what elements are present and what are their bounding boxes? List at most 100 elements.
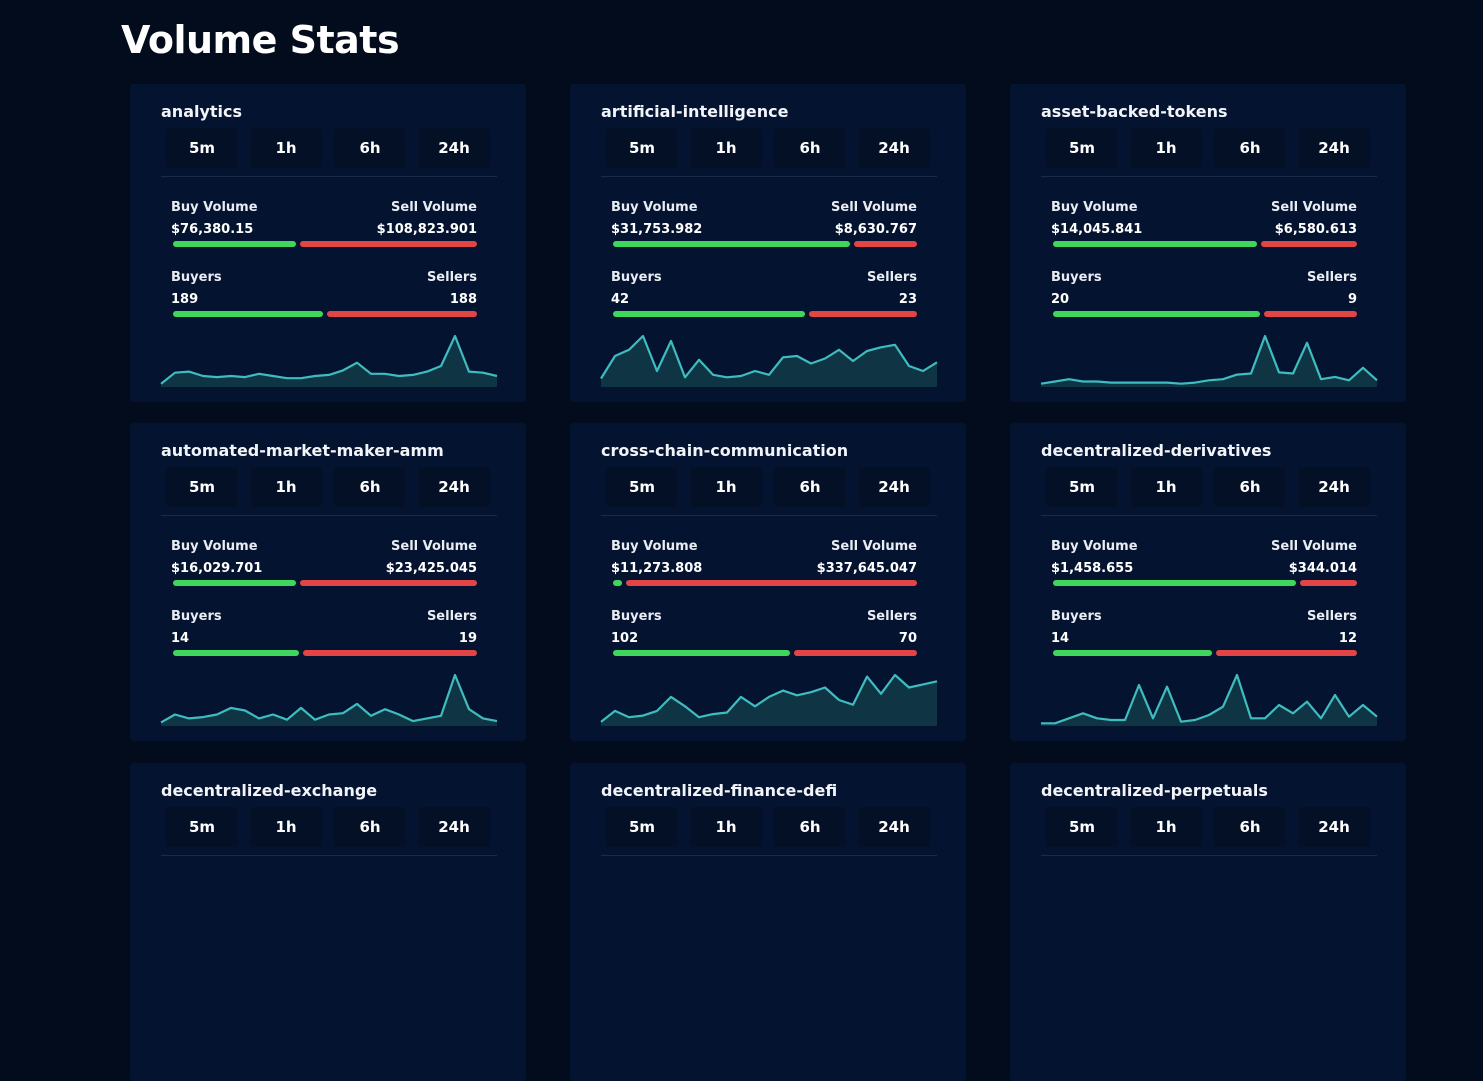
tab-24h[interactable]: 24h [858,807,930,847]
sellers-label: Sellers [1306,270,1357,285]
tab-24h[interactable]: 24h [418,467,490,507]
buyers-bar [1053,650,1212,656]
tab-6h[interactable]: 6h [774,807,846,847]
sell-volume-label: Sell Volume [831,200,917,215]
tab-1h[interactable]: 1h [690,807,762,847]
sellers-bar [809,311,917,317]
buy-volume-value: $11,273.808 [611,561,703,576]
tab-1h[interactable]: 1h [1130,807,1202,847]
sellers-count: 12 [1338,631,1357,646]
tab-1h[interactable]: 1h [1130,128,1202,168]
tab-1h[interactable]: 1h [1130,467,1202,507]
card-title: asset-backed-tokens [1041,102,1228,121]
volume-card: decentralized-derivatives 5m 1h 6h 24h Buy Vo… [1010,423,1406,741]
sellers-bar [794,650,917,656]
tab-5m[interactable]: 5m [1046,807,1118,847]
tab-1h[interactable]: 1h [250,128,322,168]
tab-6h[interactable]: 6h [1214,807,1286,847]
buyers-label: Buyers [611,270,662,285]
buy-volume-bar [1053,580,1296,586]
tab-6h[interactable]: 6h [774,128,846,168]
tab-6h[interactable]: 6h [1214,467,1286,507]
divider [601,515,937,516]
tab-24h[interactable]: 24h [858,467,930,507]
buyers-bar [1053,311,1260,317]
tab-6h[interactable]: 6h [334,807,406,847]
tab-6h[interactable]: 6h [334,467,406,507]
tab-24h[interactable]: 24h [1298,807,1370,847]
sell-volume-bar [854,241,917,247]
volume-card: decentralized-perpetuals 5m 1h 6h 24h [1010,763,1406,1081]
sell-volume-bar [300,580,477,586]
sellers-count: 9 [1347,292,1357,307]
volume-sparkline [1041,673,1378,726]
card-title: cross-chain-communication [601,441,849,460]
buy-volume-label: Buy Volume [1051,539,1138,554]
volume-sparkline [160,334,498,387]
buyers-count: 42 [611,292,630,307]
buyers-label: Buyers [171,609,222,624]
buy-volume-value: $31,753.982 [611,222,703,237]
buyers-bar [173,311,323,317]
tab-5m[interactable]: 5m [166,807,238,847]
divider [601,855,937,856]
sell-volume-label: Sell Volume [831,539,917,554]
tab-24h[interactable]: 24h [418,807,490,847]
tab-1h[interactable]: 1h [690,128,762,168]
volume-card: cross-chain-communication 5m 1h 6h 24h Buy Vo… [570,423,966,741]
buyers-label: Buyers [171,270,222,285]
buy-volume-label: Buy Volume [611,200,698,215]
tab-24h[interactable]: 24h [418,128,490,168]
sell-volume-value: $23,425.045 [385,561,477,576]
sparkline-area [161,336,497,387]
tab-24h[interactable]: 24h [1298,467,1370,507]
tab-1h[interactable]: 1h [250,807,322,847]
sell-volume-bar [300,241,477,247]
sparkline-area [601,336,937,387]
tab-5m[interactable]: 5m [606,807,678,847]
buyers-label: Buyers [611,609,662,624]
buy-volume-bar [613,580,622,586]
buy-volume-value: $16,029.701 [171,561,263,576]
tab-5m[interactable]: 5m [166,467,238,507]
volume-sparkline [600,334,938,387]
buyers-bar [613,650,790,656]
sellers-count: 70 [898,631,917,646]
tab-1h[interactable]: 1h [690,467,762,507]
tab-6h[interactable]: 6h [1214,128,1286,168]
divider [161,515,497,516]
buy-volume-label: Buy Volume [1051,200,1138,215]
buyers-bar [173,650,299,656]
tab-6h[interactable]: 6h [334,128,406,168]
sell-volume-bar [626,580,917,586]
volume-card: decentralized-exchange 5m 1h 6h 24h [130,763,526,1081]
sell-volume-label: Sell Volume [391,200,477,215]
tab-6h[interactable]: 6h [774,467,846,507]
card-title: decentralized-perpetuals [1041,781,1268,800]
sell-volume-label: Sell Volume [1271,200,1357,215]
card-title: decentralized-finance-defi [601,781,838,800]
divider [1041,855,1377,856]
buyers-label: Buyers [1051,609,1102,624]
sell-volume-value: $8,630.767 [834,222,917,237]
card-title: analytics [161,102,243,121]
buy-volume-bar [1053,241,1257,247]
divider [161,855,497,856]
sellers-bar [303,650,477,656]
sparkline-area [1041,675,1377,726]
tab-1h[interactable]: 1h [250,467,322,507]
tab-5m[interactable]: 5m [1046,128,1118,168]
buy-volume-bar [613,241,850,247]
card-title: decentralized-derivatives [1041,441,1272,460]
tab-24h[interactable]: 24h [858,128,930,168]
tab-5m[interactable]: 5m [606,467,678,507]
tab-5m[interactable]: 5m [606,128,678,168]
volume-sparkline [1040,334,1378,387]
divider [1041,515,1377,516]
tab-5m[interactable]: 5m [1046,467,1118,507]
sellers-label: Sellers [866,609,917,624]
sell-volume-value: $6,580.613 [1274,222,1357,237]
tab-5m[interactable]: 5m [166,128,238,168]
sellers-label: Sellers [1306,609,1357,624]
tab-24h[interactable]: 24h [1298,128,1370,168]
